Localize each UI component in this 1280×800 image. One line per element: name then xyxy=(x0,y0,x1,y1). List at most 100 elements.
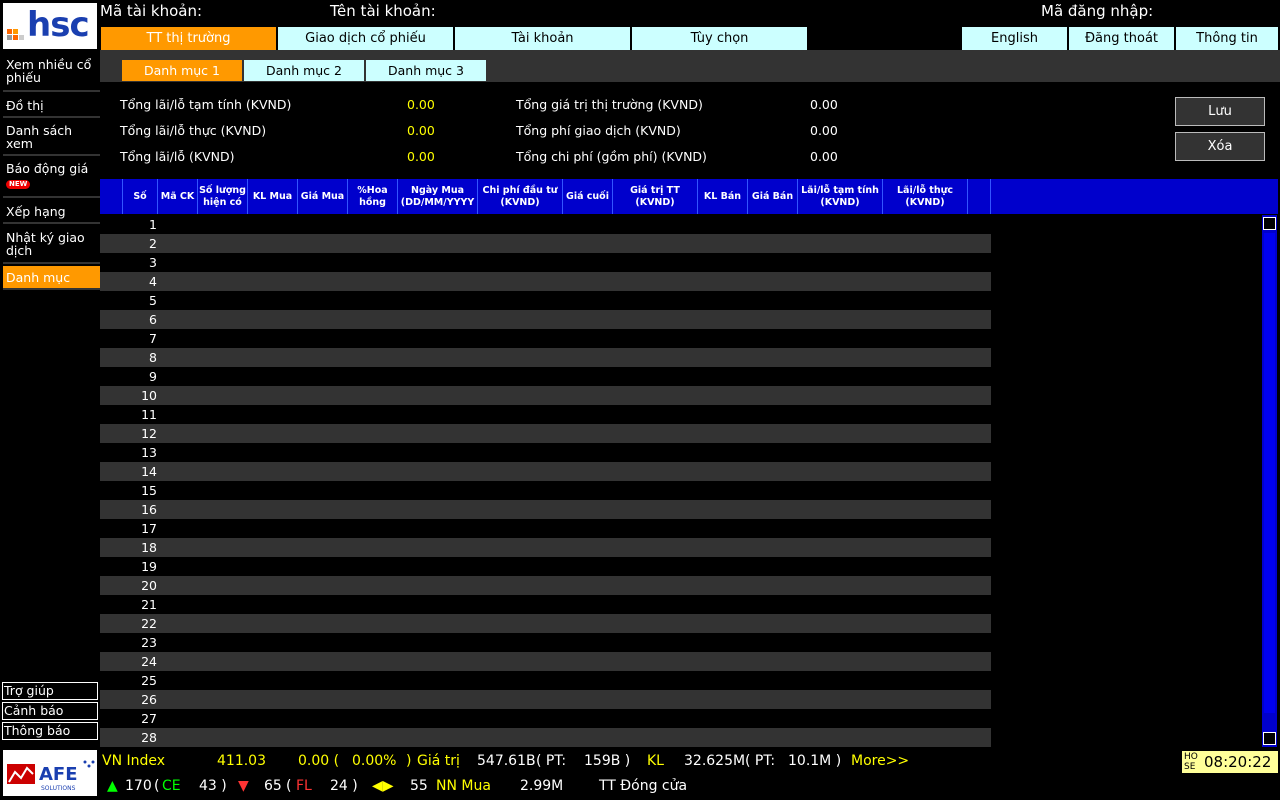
subtab-portfolio-2[interactable]: Danh mục 2 xyxy=(244,60,364,81)
index-change: 0.00 ( xyxy=(298,753,340,769)
table-row[interactable]: 19 xyxy=(100,557,991,576)
table-row[interactable]: 22 xyxy=(100,614,991,633)
foreign-buy-value: 2.99M xyxy=(520,778,564,794)
up-arrow-icon: ▲ xyxy=(107,778,118,794)
table-row[interactable]: 7 xyxy=(100,329,991,348)
total-pl-label: Tổng lãi/lỗ (KVND) xyxy=(120,149,235,164)
sidebar: Xem nhiều cổ phiếu Đồ thị Danh sách xem … xyxy=(3,52,100,682)
column-header-buy-price[interactable]: Giá Mua xyxy=(298,179,348,214)
table-row[interactable]: 4 xyxy=(100,272,991,291)
column-header-symbol[interactable]: Mã CK xyxy=(158,179,198,214)
hsc-logo: hsc xyxy=(3,3,97,49)
sidebar-item-label: Xem nhiều cổ phiếu xyxy=(6,57,92,85)
row-number: 8 xyxy=(149,350,157,365)
sidebar-item-watchlist[interactable]: Danh sách xem xyxy=(3,120,100,156)
tab-market-info[interactable]: TT thị trường xyxy=(101,27,276,50)
up-count: 170 xyxy=(125,778,152,794)
table-row[interactable]: 17 xyxy=(100,519,991,538)
pt-label: ( PT: xyxy=(536,753,567,769)
column-header-no[interactable]: Số xyxy=(123,179,158,214)
table-row[interactable]: 13 xyxy=(100,443,991,462)
column-header-buy-date[interactable]: Ngày Mua (DD/MM/YYYY xyxy=(398,179,478,214)
column-header-unrealized-pl[interactable]: Lãi/lỗ tạm tính (KVND) xyxy=(798,179,883,214)
row-number: 11 xyxy=(141,407,157,422)
tab-options[interactable]: Tùy chọn xyxy=(632,27,807,50)
notifications-link[interactable]: Thông báo xyxy=(2,722,98,740)
open-paren: ( xyxy=(154,778,160,794)
table-row[interactable]: 14 xyxy=(100,462,991,481)
logo-text: hsc xyxy=(27,5,90,45)
total-market-value-label: Tổng giá trị thị trường (KVND) xyxy=(516,97,703,112)
row-number: 14 xyxy=(141,464,157,479)
table-row[interactable]: 11 xyxy=(100,405,991,424)
table-row[interactable]: 15 xyxy=(100,481,991,500)
tab-logout[interactable]: Đăng thoát xyxy=(1069,27,1174,50)
table-row[interactable]: 20 xyxy=(100,576,991,595)
column-header-market-value[interactable]: Giá trị TT (KVND) xyxy=(613,179,698,214)
table-row[interactable]: 6 xyxy=(100,310,991,329)
total-realized-pl-label: Tổng lãi/lỗ thực (KVND) xyxy=(120,123,267,138)
sidebar-item-portfolio[interactable]: Danh mục xyxy=(3,266,100,290)
row-number: 4 xyxy=(149,274,157,289)
volume-value: 32.625M xyxy=(684,753,746,769)
column-header-last-price[interactable]: Giá cuối xyxy=(563,179,613,214)
tab-stock-trading[interactable]: Giao dịch cổ phiếu xyxy=(278,27,453,50)
table-row[interactable]: 3 xyxy=(100,253,991,272)
ceiling-label: CE xyxy=(162,778,181,794)
market-clock: HO SE 08:20:22 xyxy=(1182,751,1278,773)
new-badge: NEW xyxy=(6,180,31,189)
delete-button[interactable]: Xóa xyxy=(1175,132,1265,161)
table-row[interactable]: 23 xyxy=(100,633,991,652)
tab-english[interactable]: English xyxy=(962,27,1067,50)
scroll-down-icon[interactable] xyxy=(1263,732,1276,745)
row-number: 3 xyxy=(149,255,157,270)
table-row[interactable]: 5 xyxy=(100,291,991,310)
table-row[interactable]: 25 xyxy=(100,671,991,690)
column-header-sell-price[interactable]: Giá Bán xyxy=(748,179,798,214)
row-number: 26 xyxy=(141,692,157,707)
table-scrollbar[interactable] xyxy=(1262,215,1277,747)
subtab-portfolio-3[interactable]: Danh mục 3 xyxy=(366,60,486,81)
scroll-up-icon[interactable] xyxy=(1263,217,1276,230)
column-header-buy-volume[interactable]: KL Mua xyxy=(248,179,298,214)
tab-account[interactable]: Tài khoản xyxy=(455,27,630,50)
sidebar-item-chart[interactable]: Đồ thị xyxy=(3,94,100,118)
column-header-sell-volume[interactable]: KL Bán xyxy=(698,179,748,214)
table-row[interactable]: 1 xyxy=(100,215,991,234)
table-row[interactable]: 12 xyxy=(100,424,991,443)
account-code-label: Mã tài khoản: xyxy=(100,2,203,20)
help-link[interactable]: Trợ giúp xyxy=(2,682,98,700)
sidebar-item-trade-log[interactable]: Nhật ký giao dịch xyxy=(3,226,100,264)
table-row[interactable]: 26 xyxy=(100,690,991,709)
row-number: 17 xyxy=(141,521,157,536)
tab-info[interactable]: Thông tin xyxy=(1176,27,1278,50)
sidebar-item-multi-stock[interactable]: Xem nhiều cổ phiếu xyxy=(3,56,100,92)
column-header-commission[interactable]: %Hoa hồng xyxy=(348,179,398,214)
column-header-realized-pl[interactable]: Lãi/lỗ thực (KVND) xyxy=(883,179,968,214)
ceiling-count: 43 ) xyxy=(199,778,227,794)
column-header-cost[interactable]: Chi phí đầu tư (KVND) xyxy=(478,179,563,214)
sidebar-item-ranking[interactable]: Xếp hạng xyxy=(3,200,100,224)
table-row[interactable]: 24 xyxy=(100,652,991,671)
table-row[interactable]: 21 xyxy=(100,595,991,614)
table-row[interactable]: 27 xyxy=(100,709,991,728)
table-row[interactable]: 2 xyxy=(100,234,991,253)
scroll-thumb[interactable] xyxy=(1264,233,1275,713)
table-row[interactable]: 9 xyxy=(100,367,991,386)
subtab-portfolio-1[interactable]: Danh mục 1 xyxy=(122,60,242,81)
alerts-link[interactable]: Cảnh báo xyxy=(2,702,98,720)
column-header-quantity[interactable]: Số lượng hiện có xyxy=(198,179,248,214)
table-row[interactable]: 28 xyxy=(100,728,991,747)
floor-label: FL xyxy=(296,778,312,794)
table-row[interactable]: 18 xyxy=(100,538,991,557)
table-row[interactable]: 8 xyxy=(100,348,991,367)
table-row[interactable]: 16 xyxy=(100,500,991,519)
index-name: VN Index xyxy=(102,753,166,769)
more-link[interactable]: More>> xyxy=(851,753,909,769)
sidebar-item-price-alert[interactable]: Báo động giá NEW xyxy=(3,158,100,198)
volume-pt-value: 10.1M ) xyxy=(788,753,842,769)
table-row[interactable]: 10 xyxy=(100,386,991,405)
afe-logo: AFE SOLUTIONS xyxy=(3,750,97,796)
total-fee-label: Tổng phí giao dịch (KVND) xyxy=(516,123,681,138)
save-button[interactable]: Lưu xyxy=(1175,97,1265,126)
